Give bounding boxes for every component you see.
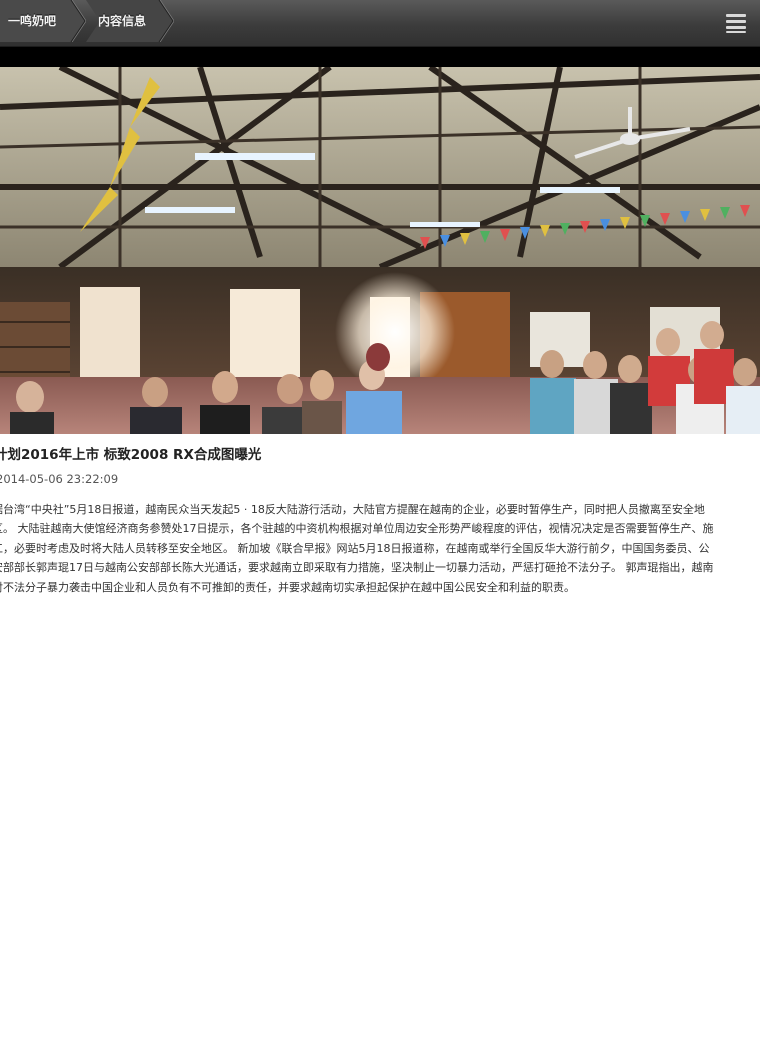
article-title: 计划2016年上市 标致2008 RX合成图曝光 <box>0 447 262 463</box>
article-body-line: 安部部长郭声琨17日与越南公安部部长陈大光通话，要求越南立即采取有力措施，坚决制… <box>0 561 714 575</box>
header-shadow-strip <box>0 47 760 67</box>
article-body-line: 区。 大陆驻越南大使馆经济商务参赞处17日提示，各个驻越的中资机构根据对单位周边… <box>0 522 714 536</box>
breadcrumb-label: 一鸣奶吧 <box>8 14 57 28</box>
article-body-line: 工，必要时考虑及时将大陆人员转移至安全地区。 新加坡《联合早报》网站5月18日报… <box>0 541 710 555</box>
top-nav-bar: 一鸣奶吧 内容信息 <box>0 0 760 47</box>
breadcrumb-label: 内容信息 <box>98 14 147 28</box>
article-body-line: 对不法分子暴力袭击中国企业和人员负有不可推卸的责任，并要求越南切实承担起保护在越… <box>0 580 575 594</box>
article-date: 2014-05-06 23:22:09 <box>0 472 119 486</box>
article-photo-image <box>0 67 760 434</box>
article-body-line: 据台湾“中央社”5月18日报道，越南民众当天发起5 · 18反大陆游行活动，大陆… <box>0 503 705 516</box>
article-photo <box>0 67 760 434</box>
article-body: 据台湾“中央社”5月18日报道，越南民众当天发起5 · 18反大陆游行活动，大陆… <box>0 500 752 597</box>
hamburger-menu-icon[interactable] <box>724 11 748 33</box>
breadcrumb-item-content-info[interactable]: 内容信息 <box>74 0 174 42</box>
